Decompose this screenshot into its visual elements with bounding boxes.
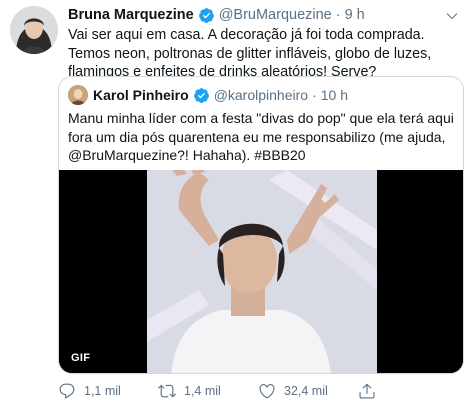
tweet-text: Vai ser aqui em casa. A decoração já foi… bbox=[68, 27, 432, 80]
gif-badge: GIF bbox=[67, 350, 95, 366]
quoted-author-avatar[interactable] bbox=[68, 85, 88, 105]
quoted-tweet-text: Manu minha líder com a festa "divas do p… bbox=[68, 110, 454, 163]
share-button[interactable] bbox=[358, 381, 458, 401]
reply-count: 1,1 mil bbox=[84, 384, 121, 398]
verified-badge-icon bbox=[198, 7, 215, 24]
tweet-header: Bruna Marquezine @BruMarquezine · 9 h bbox=[68, 6, 365, 24]
quoted-tweet-timestamp[interactable]: 10 h bbox=[321, 87, 348, 103]
verified-badge-icon bbox=[193, 87, 210, 104]
quoted-author-name[interactable]: Karol Pinheiro bbox=[93, 87, 189, 103]
gif-frame-image bbox=[59, 170, 463, 373]
gif-media[interactable]: GIF bbox=[59, 170, 463, 373]
like-button[interactable]: 32,4 mil bbox=[258, 381, 358, 401]
reply-icon bbox=[59, 383, 75, 399]
reply-button[interactable]: 1,1 mil bbox=[58, 381, 158, 401]
quoted-tweet[interactable]: Karol Pinheiro @karolpinheiro · 10 h Man… bbox=[58, 76, 464, 374]
more-options-chevron-icon[interactable] bbox=[444, 8, 460, 24]
author-name[interactable]: Bruna Marquezine bbox=[68, 7, 194, 23]
tweet[interactable]: Bruna Marquezine @BruMarquezine · 9 h Va… bbox=[0, 0, 474, 405]
author-handle[interactable]: @BruMarquezine bbox=[219, 7, 332, 23]
separator-dot: · bbox=[312, 87, 317, 103]
heart-icon bbox=[259, 384, 275, 399]
author-avatar[interactable] bbox=[10, 6, 58, 54]
retweet-count: 1,4 mil bbox=[184, 384, 221, 398]
quoted-author-handle[interactable]: @karolpinheiro bbox=[214, 87, 308, 103]
tweet-actions: 1,1 mil 1,4 mil 32,4 mil bbox=[58, 381, 458, 401]
retweet-icon bbox=[158, 384, 176, 398]
tweet-timestamp[interactable]: 9 h bbox=[345, 7, 365, 23]
separator-dot: · bbox=[335, 7, 341, 23]
retweet-button[interactable]: 1,4 mil bbox=[158, 381, 258, 401]
like-count: 32,4 mil bbox=[284, 384, 328, 398]
quoted-tweet-header: Karol Pinheiro @karolpinheiro · 10 h bbox=[68, 85, 348, 105]
share-icon bbox=[359, 383, 375, 399]
